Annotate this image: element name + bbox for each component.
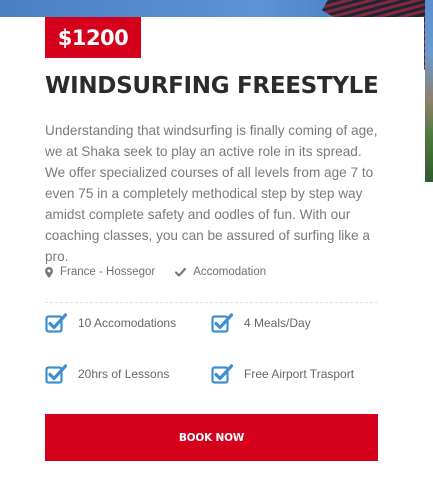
tour-title: WINDSURFING FREESTYLE	[45, 73, 379, 99]
check-icon	[175, 267, 187, 277]
map-pin-icon	[45, 266, 53, 278]
tour-description: Understanding that windsurfing is finall…	[45, 123, 378, 264]
feature-item: 4 Meals/Day	[211, 313, 311, 333]
price-tag: $1200	[45, 17, 141, 58]
accommodation-label: Accomodation	[193, 266, 267, 278]
feature-label: 4 Meals/Day	[244, 316, 311, 330]
background-landscape	[425, 0, 433, 182]
meta-accommodation: Accomodation	[175, 266, 266, 278]
checkbox-checked-icon	[45, 313, 67, 333]
feature-item: 10 Accomodations	[45, 313, 176, 333]
divider	[45, 302, 378, 303]
location-label: France - Hossegor	[60, 266, 156, 278]
feature-item: Free Airport Trasport	[211, 364, 354, 384]
feature-label: Free Airport Trasport	[244, 367, 355, 381]
meta-location: France - Hossegor	[45, 266, 155, 278]
checkbox-checked-icon	[211, 364, 233, 384]
feature-label: 20hrs of Lessons	[78, 367, 170, 381]
book-now-button[interactable]: BOOK NOW	[45, 414, 378, 461]
checkbox-checked-icon	[211, 313, 233, 333]
feature-item: 20hrs of Lessons	[45, 364, 169, 384]
feature-label: 10 Accomodations	[78, 316, 177, 330]
tour-meta: France - Hossegor Accomodation	[45, 263, 286, 281]
checkbox-checked-icon	[45, 364, 67, 384]
